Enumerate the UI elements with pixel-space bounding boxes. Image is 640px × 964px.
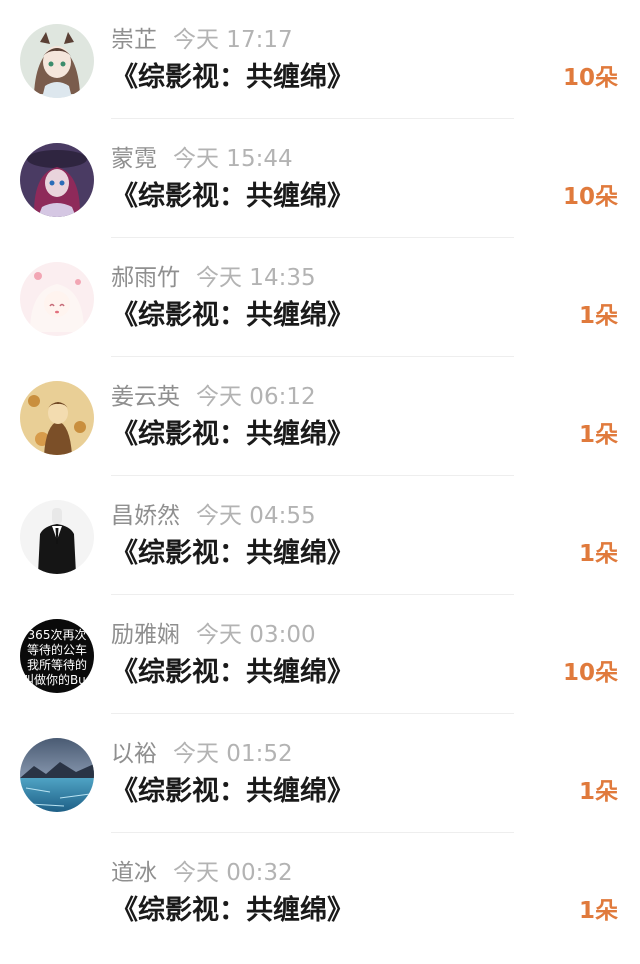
user-name-text[interactable]: 昌娇然 — [111, 503, 180, 529]
avatar[interactable]: 365次再次 等待的公车 我所等待的 叫做你的Bus — [20, 619, 94, 693]
user-name[interactable]: 崇芷 今天 17:17 — [111, 25, 293, 55]
user-name[interactable]: 郝雨竹 今天 14:35 — [111, 263, 316, 293]
timestamp: 今天 06:12 — [196, 384, 316, 410]
gift-count: 1朵 — [578, 303, 618, 329]
work-title[interactable]: 《综影视：共缠绵》 — [111, 534, 354, 574]
list-item[interactable]: 道冰 今天 00:32 《综影视：共缠绵》 1朵 — [0, 833, 640, 952]
user-name[interactable]: 励雅娴 今天 03:00 — [111, 620, 316, 650]
anime-girl-pink-avatar-icon — [20, 262, 94, 336]
work-title[interactable]: 《综影视：共缠绵》 — [111, 296, 354, 336]
sepia-boy-avatar-icon — [20, 381, 94, 455]
user-name-text[interactable]: 崇芷 — [111, 27, 157, 53]
timestamp: 今天 04:55 — [196, 503, 316, 529]
avatar-text-line: 叫做你的Bus — [22, 672, 92, 687]
avatar-text-line: 我所等待的 — [27, 657, 87, 672]
work-title[interactable]: 《综影视：共缠绵》 — [111, 58, 354, 98]
user-name[interactable]: 昌娇然 今天 04:55 — [111, 501, 316, 531]
timestamp: 今天 17:17 — [173, 27, 293, 53]
text-avatar-icon: 365次再次 等待的公车 我所等待的 叫做你的Bus — [20, 619, 94, 693]
user-name-text[interactable]: 道冰 — [111, 860, 157, 886]
landscape-avatar-icon — [20, 738, 94, 812]
timestamp: 今天 03:00 — [196, 622, 316, 648]
user-name-text[interactable]: 以裕 — [111, 741, 157, 767]
timestamp: 今天 15:44 — [173, 146, 293, 172]
list-item[interactable]: 蒙霓 今天 15:44 《综影视：共缠绵》 10朵 — [0, 119, 640, 238]
user-name[interactable]: 以裕 今天 01:52 — [111, 739, 293, 769]
user-name-text[interactable]: 郝雨竹 — [111, 265, 180, 291]
work-title[interactable]: 《综影视：共缠绵》 — [111, 891, 354, 931]
gift-record-list: 崇芷 今天 17:17 《综影视：共缠绵》 10朵 蒙霓 今天 15:44 《综影视… — [0, 0, 640, 964]
avatar[interactable] — [20, 500, 94, 574]
list-item[interactable]: 365次再次 等待的公车 我所等待的 叫做你的Bus 励雅娴 今天 03:00 《… — [0, 595, 640, 714]
gift-count: 1朵 — [578, 541, 618, 567]
avatar-text-line: 365次再次 — [28, 628, 87, 642]
gift-count: 10朵 — [562, 184, 618, 210]
anime-girl-avatar-icon — [20, 24, 94, 98]
avatar[interactable] — [20, 262, 94, 336]
avatar-text-line: 等待的公车 — [27, 642, 87, 657]
user-name-text[interactable]: 励雅娴 — [111, 622, 180, 648]
gift-count: 10朵 — [562, 660, 618, 686]
avatar[interactable] — [20, 381, 94, 455]
user-name[interactable]: 道冰 今天 00:32 — [111, 858, 293, 888]
list-item[interactable]: 以裕 今天 01:52 《综影视：共缠绵》 1朵 — [0, 714, 640, 833]
timestamp: 今天 01:52 — [173, 741, 293, 767]
gift-count: 1朵 — [578, 422, 618, 448]
list-item[interactable]: 郝雨竹 今天 14:35 《综影视：共缠绵》 1朵 — [0, 238, 640, 357]
user-name[interactable]: 蒙霓 今天 15:44 — [111, 144, 293, 174]
work-title[interactable]: 《综影视：共缠绵》 — [111, 177, 354, 217]
timestamp: 今天 00:32 — [173, 860, 293, 886]
work-title[interactable]: 《综影视：共缠绵》 — [111, 415, 354, 455]
work-title[interactable]: 《综影视：共缠绵》 — [111, 653, 354, 693]
avatar[interactable] — [20, 738, 94, 812]
timestamp: 今天 14:35 — [196, 265, 316, 291]
gift-count: 1朵 — [578, 898, 618, 924]
avatar[interactable] — [20, 143, 94, 217]
user-name-text[interactable]: 蒙霓 — [111, 146, 157, 172]
list-item[interactable]: 崇芷 今天 17:17 《综影视：共缠绵》 10朵 — [0, 0, 640, 119]
list-item[interactable]: 姜云英 今天 06:12 《综影视：共缠绵》 1朵 — [0, 357, 640, 476]
work-title[interactable]: 《综影视：共缠绵》 — [111, 772, 354, 812]
user-name-text[interactable]: 姜云英 — [111, 384, 180, 410]
gift-count: 1朵 — [578, 779, 618, 805]
user-name[interactable]: 姜云英 今天 06:12 — [111, 382, 316, 412]
man-in-suit-avatar-icon — [20, 500, 94, 574]
gift-count: 10朵 — [562, 65, 618, 91]
list-item[interactable]: 昌娇然 今天 04:55 《综影视：共缠绵》 1朵 — [0, 476, 640, 595]
anime-girl-hat-avatar-icon — [20, 143, 94, 217]
avatar[interactable] — [20, 24, 94, 98]
